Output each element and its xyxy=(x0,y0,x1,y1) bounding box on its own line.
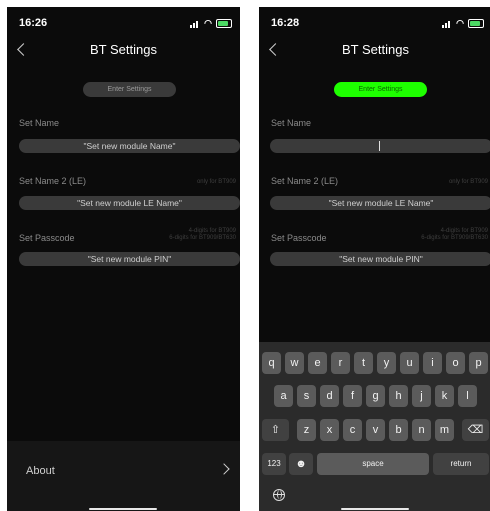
home-indicator xyxy=(341,508,409,510)
set-name2-label: Set Name 2 (LE) xyxy=(19,176,87,186)
status-time: 16:26 xyxy=(19,17,48,29)
passcode-label: Set Passcode xyxy=(271,233,327,243)
nav-bar: BT Settings xyxy=(7,40,240,64)
key-v[interactable]: v xyxy=(366,419,385,441)
passcode-hint-2: 6-digits for BT909/BT630 xyxy=(421,235,488,241)
passcode-label: Set Passcode xyxy=(19,233,75,243)
key-k[interactable]: k xyxy=(435,385,454,407)
passcode-field[interactable]: "Set new module PIN" xyxy=(270,252,490,266)
left-phone-screen: 16:26 ◠ BT Settings Enter Settings Set N… xyxy=(7,7,240,511)
status-bar: 16:26 ◠ xyxy=(19,17,232,31)
delete-icon[interactable]: ⌫ xyxy=(462,419,489,441)
battery-icon xyxy=(216,19,232,28)
key-p[interactable]: p xyxy=(469,352,488,374)
set-name-label: Set Name xyxy=(271,118,312,128)
signal-icon xyxy=(442,20,452,28)
set-name2-hint: only for BT909 xyxy=(196,179,236,185)
text-cursor xyxy=(379,141,380,151)
key-l[interactable]: l xyxy=(458,385,477,407)
passcode-field[interactable]: "Set new module PIN" xyxy=(19,252,240,266)
key-x[interactable]: x xyxy=(320,419,339,441)
key-q[interactable]: q xyxy=(262,352,281,374)
key-u[interactable]: u xyxy=(400,352,419,374)
key-f[interactable]: f xyxy=(343,385,362,407)
set-name2-hint: only for BT909 xyxy=(448,179,488,185)
right-phone-screen: 16:28 ◠ BT Settings Enter Settings Set N… xyxy=(259,7,490,511)
wifi-icon: ◠ xyxy=(456,18,464,28)
key-h[interactable]: h xyxy=(389,385,408,407)
chevron-right-icon xyxy=(218,463,230,475)
key-t[interactable]: t xyxy=(354,352,373,374)
key-d[interactable]: d xyxy=(320,385,339,407)
key-z[interactable]: z xyxy=(297,419,316,441)
set-name2-field[interactable]: "Set new module LE Name" xyxy=(270,196,490,210)
space-key[interactable]: space xyxy=(317,453,429,475)
globe-icon[interactable] xyxy=(273,489,285,501)
home-indicator xyxy=(89,508,157,510)
keyboard: q w e r t y u i o p a s d f g h j k l ⇧ … xyxy=(259,342,490,511)
passcode-hint-1: 4-digits for BT909 xyxy=(188,228,236,234)
status-bar: 16:28 ◠ xyxy=(271,17,484,31)
numbers-key[interactable]: 123 xyxy=(262,453,286,475)
key-c[interactable]: c xyxy=(343,419,362,441)
set-name2-label: Set Name 2 (LE) xyxy=(271,176,339,186)
key-m[interactable]: m xyxy=(435,419,454,441)
passcode-hint-1: 4-digits for BT909 xyxy=(440,228,488,234)
enter-settings-button[interactable]: Enter Settings xyxy=(334,82,427,97)
set-name2-field[interactable]: "Set new module LE Name" xyxy=(19,196,240,210)
key-g[interactable]: g xyxy=(366,385,385,407)
return-key[interactable]: return xyxy=(433,453,489,475)
key-w[interactable]: w xyxy=(285,352,304,374)
key-o[interactable]: o xyxy=(446,352,465,374)
emoji-icon[interactable]: ☻ xyxy=(289,453,313,475)
battery-icon xyxy=(468,19,484,28)
status-time: 16:28 xyxy=(271,17,300,29)
key-j[interactable]: j xyxy=(412,385,431,407)
about-label: About xyxy=(26,465,55,477)
enter-settings-button[interactable]: Enter Settings xyxy=(83,82,176,97)
key-a[interactable]: a xyxy=(274,385,293,407)
key-s[interactable]: s xyxy=(297,385,316,407)
set-name-field[interactable] xyxy=(270,139,490,153)
key-y[interactable]: y xyxy=(377,352,396,374)
signal-icon xyxy=(190,20,200,28)
key-i[interactable]: i xyxy=(423,352,442,374)
key-e[interactable]: e xyxy=(308,352,327,374)
key-n[interactable]: n xyxy=(412,419,431,441)
page-title: BT Settings xyxy=(90,42,157,57)
key-b[interactable]: b xyxy=(389,419,408,441)
page-title: BT Settings xyxy=(342,42,409,57)
nav-bar: BT Settings xyxy=(259,40,490,64)
shift-icon[interactable]: ⇧ xyxy=(262,419,289,441)
about-row[interactable]: About xyxy=(7,441,240,511)
wifi-icon: ◠ xyxy=(204,18,212,28)
set-name-field[interactable]: "Set new module Name" xyxy=(19,139,240,153)
passcode-hint-2: 6-digits for BT909/BT630 xyxy=(169,235,236,241)
set-name-label: Set Name xyxy=(19,118,60,128)
key-r[interactable]: r xyxy=(331,352,350,374)
